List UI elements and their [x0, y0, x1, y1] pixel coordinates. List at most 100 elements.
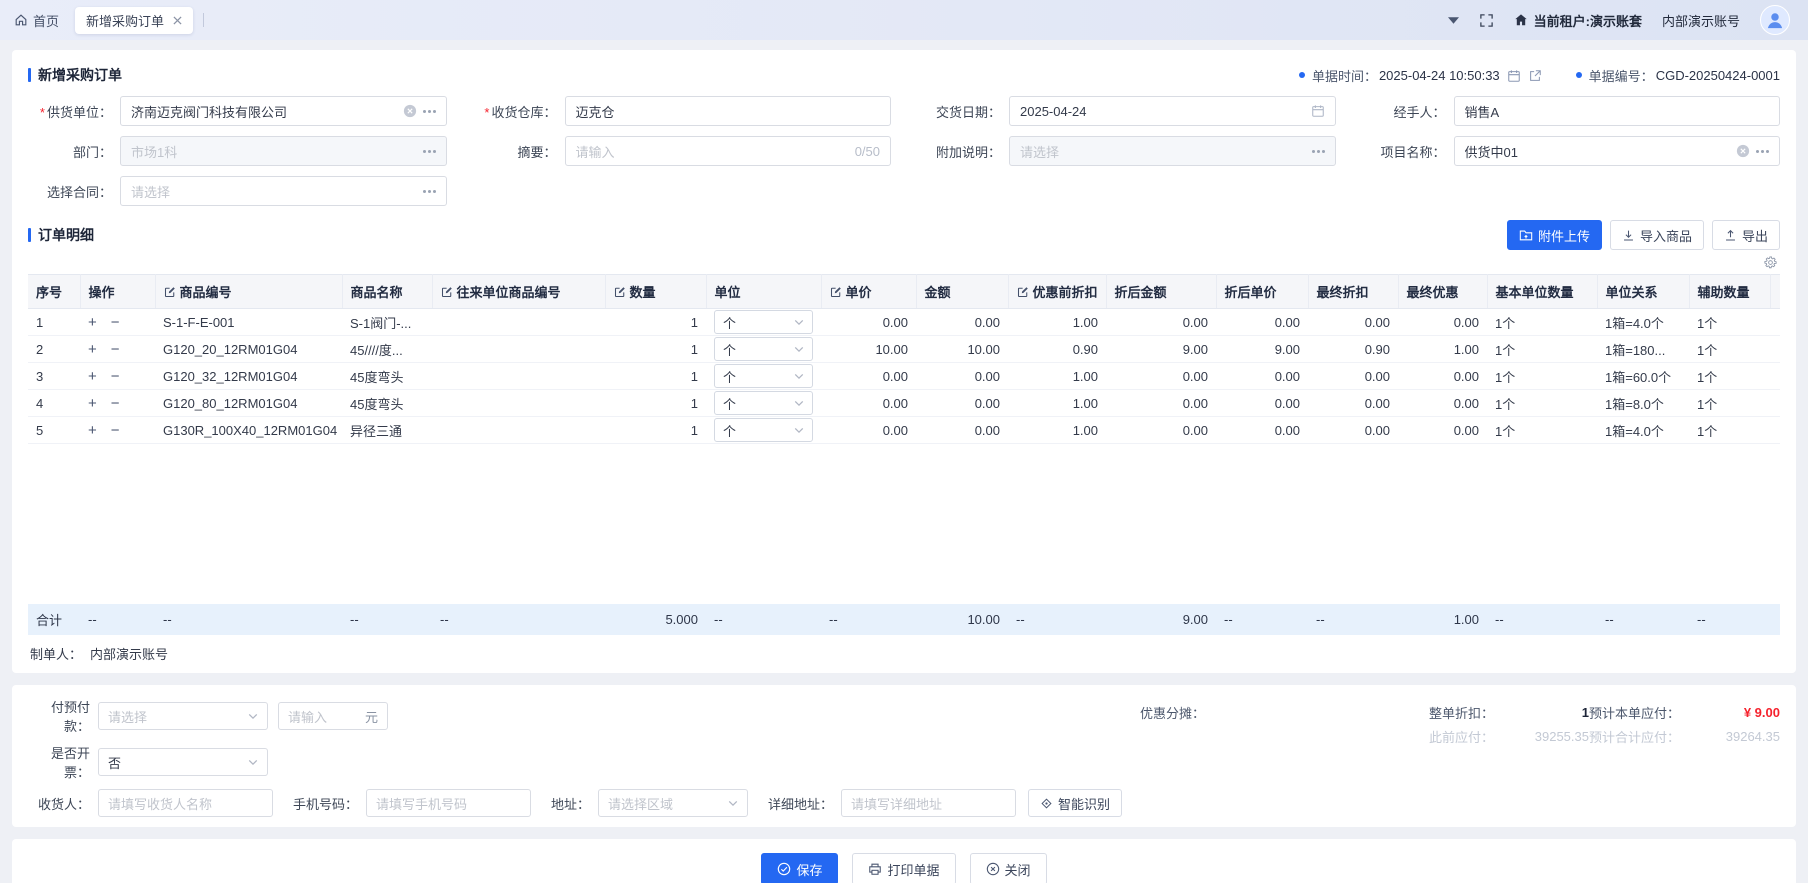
- remove-row-button[interactable]: −: [111, 341, 120, 358]
- project-input[interactable]: 供货中01: [1454, 136, 1781, 166]
- whole-discount-label: 整单折扣：: [1429, 703, 1494, 722]
- cell-amount_after: 0.00: [1106, 417, 1216, 444]
- tab-new-purchase-order[interactable]: 新增采购订单: [75, 7, 193, 34]
- remove-row-button[interactable]: −: [111, 314, 120, 331]
- order-items-scroll-area[interactable]: 序号操作商品编号商品名称往来单位商品编号数量单位单价金额优惠前折扣折后金额折后单…: [28, 274, 1780, 604]
- unit-select[interactable]: 个: [714, 310, 813, 334]
- table-settings-gear-icon[interactable]: [1763, 254, 1778, 270]
- check-circle-icon: [777, 862, 791, 876]
- more-icon[interactable]: [423, 190, 436, 193]
- project-label: 项目名称：: [1362, 142, 1454, 161]
- user-icon: [1765, 10, 1785, 30]
- summary-label: 摘要：: [473, 142, 565, 161]
- more-icon[interactable]: [423, 150, 436, 153]
- cell-base_qty: 1个: [1487, 417, 1597, 444]
- unit-select[interactable]: 个: [714, 337, 813, 361]
- more-icon[interactable]: [423, 110, 436, 113]
- extra-note-input[interactable]: 请选择: [1009, 136, 1336, 166]
- table-header-row: 序号操作商品编号商品名称往来单位商品编号数量单位单价金额优惠前折扣折后金额折后单…: [28, 275, 1780, 309]
- invoice-select[interactable]: 否: [98, 748, 268, 776]
- region-select[interactable]: 请选择区域: [598, 789, 748, 817]
- doc-time-calendar-icon[interactable]: [1507, 67, 1521, 83]
- total-amount: 10.00: [916, 604, 1008, 635]
- total-base_qty: --: [1487, 604, 1597, 635]
- col-header-price_after: 折后单价: [1216, 275, 1308, 309]
- print-button[interactable]: 打印单据: [852, 853, 955, 883]
- current-tenant[interactable]: 当前租户:演示账套: [1514, 11, 1642, 30]
- cell-filler: [1770, 363, 1780, 390]
- close-button[interactable]: 关闭: [970, 853, 1047, 883]
- address-detail-input[interactable]: 请填写详细地址: [841, 789, 1016, 817]
- remove-row-button[interactable]: −: [111, 422, 120, 439]
- prepay-select[interactable]: 请选择: [98, 702, 268, 730]
- remove-row-button[interactable]: −: [111, 368, 120, 385]
- tab-divider: [203, 13, 204, 27]
- phone-input[interactable]: 请填写手机号码: [366, 789, 531, 817]
- smart-recognition-button[interactable]: 智能识别: [1028, 789, 1122, 817]
- department-input[interactable]: 市场1科: [120, 136, 447, 166]
- edit-column-icon: [164, 286, 176, 298]
- cell-partner_code: [432, 309, 605, 336]
- home-link[interactable]: 首页: [14, 11, 59, 30]
- field-department: 部门： 市场1科: [28, 136, 447, 166]
- total-due-value: 39264.35: [1680, 729, 1780, 744]
- totals-row: 合计--------5.000----10.00--9.00----1.00--…: [28, 604, 1780, 635]
- contract-input[interactable]: 请选择: [120, 176, 447, 206]
- tabs-dropdown-caret-icon[interactable]: [1448, 17, 1459, 24]
- home-icon: [14, 13, 28, 27]
- cell-final_benefit: 0.00: [1398, 309, 1487, 336]
- more-icon[interactable]: [1312, 150, 1325, 153]
- page-title: 新增采购订单: [28, 65, 122, 85]
- total-filler: [1770, 604, 1780, 635]
- import-products-button[interactable]: 导入商品: [1610, 220, 1704, 250]
- doc-time-edit-icon[interactable]: [1528, 67, 1542, 83]
- supplier-input[interactable]: 济南迈克阀门科技有限公司: [120, 96, 447, 126]
- cell-name: S-1阀门-...: [342, 309, 432, 336]
- unit-select[interactable]: 个: [714, 418, 813, 442]
- summary-input[interactable]: 请输入 0/50: [565, 136, 892, 166]
- save-button[interactable]: 保存: [761, 853, 838, 883]
- unit-select[interactable]: 个: [714, 391, 813, 415]
- account-name[interactable]: 内部演示账号: [1662, 11, 1740, 30]
- cell-unit: 个: [706, 363, 821, 390]
- more-icon[interactable]: [1756, 150, 1769, 153]
- edit-column-icon: [1017, 286, 1029, 298]
- field-handler: 经手人： 销售A: [1362, 96, 1781, 126]
- prepay-amount-input[interactable]: 请输入 元: [278, 702, 388, 730]
- fullscreen-icon[interactable]: [1479, 13, 1494, 28]
- chevron-down-icon: [248, 713, 258, 720]
- clear-icon[interactable]: [403, 104, 417, 118]
- department-label: 部门：: [28, 142, 120, 161]
- cell-pre_discount: 1.00: [1008, 390, 1106, 417]
- payment-section: 付预付款： 请选择 请输入 元 是否开票： 否 收货人： 请填写收货人名称 手机…: [12, 685, 1796, 827]
- cell-name: 45////度...: [342, 336, 432, 363]
- attachment-upload-button[interactable]: 附件上传: [1507, 220, 1602, 250]
- add-row-button[interactable]: +: [88, 395, 97, 412]
- chevron-down-icon: [728, 800, 738, 807]
- tab-close-icon[interactable]: [173, 16, 182, 25]
- recipient-input[interactable]: 请填写收货人名称: [98, 789, 273, 817]
- whole-discount-value[interactable]: 1: [1494, 705, 1589, 720]
- diamond-scan-icon: [1040, 797, 1053, 810]
- calendar-icon: [1311, 104, 1325, 118]
- home-label: 首页: [33, 11, 59, 30]
- add-row-button[interactable]: +: [88, 422, 97, 439]
- remove-row-button[interactable]: −: [111, 395, 120, 412]
- add-row-button[interactable]: +: [88, 368, 97, 385]
- delivery-date-input[interactable]: 2025-04-24: [1009, 96, 1336, 126]
- handler-input[interactable]: 销售A: [1454, 96, 1781, 126]
- clear-icon[interactable]: [1736, 144, 1750, 158]
- col-header-amount: 金额: [916, 275, 1008, 309]
- doc-time-label: 单据时间：: [1312, 66, 1377, 85]
- add-row-button[interactable]: +: [88, 341, 97, 358]
- total-seq: 合计: [28, 604, 80, 635]
- total-due-label: 预计合计应付：: [1589, 727, 1680, 746]
- warehouse-input[interactable]: 迈克仓: [565, 96, 892, 126]
- add-row-button[interactable]: +: [88, 314, 97, 331]
- avatar[interactable]: [1760, 5, 1790, 35]
- cell-final_benefit: 1.00: [1398, 336, 1487, 363]
- export-button[interactable]: 导出: [1712, 220, 1780, 250]
- doc-maker: 制单人：内部演示账号: [28, 635, 1780, 667]
- unit-select[interactable]: 个: [714, 364, 813, 388]
- total-unit_relation: --: [1597, 604, 1689, 635]
